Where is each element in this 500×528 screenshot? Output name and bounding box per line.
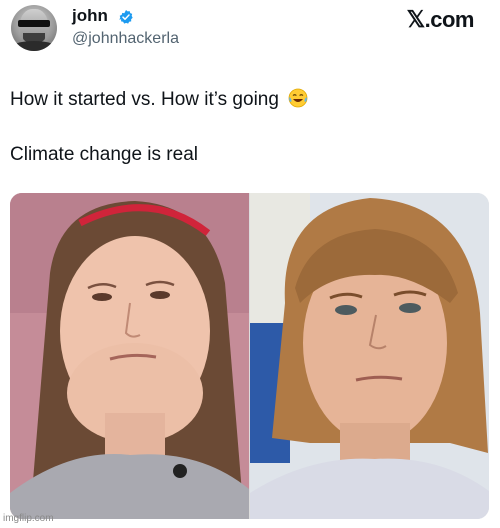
brand-suffix: .com: [424, 7, 475, 32]
post-text-line-1: How it started vs. How it’s going: [10, 88, 308, 111]
profile-avatar[interactable]: [11, 5, 57, 51]
right-photo: [250, 193, 489, 519]
photo-collage[interactable]: [10, 193, 489, 519]
photo-collage-image: [10, 193, 489, 519]
sunglasses-icon: [18, 20, 50, 27]
verified-badge-icon: [119, 10, 133, 24]
author-name[interactable]: john: [72, 6, 108, 26]
left-photo: [10, 193, 249, 519]
x-logo-icon: 𝕏: [406, 6, 426, 32]
post-text-line-2: Climate change is real: [10, 144, 198, 165]
tweet-card: john @johnhackerla 𝕏.com How it started …: [0, 0, 500, 528]
avatar-shoulders: [11, 41, 57, 51]
site-brand: 𝕏.com: [406, 6, 475, 33]
author-handle[interactable]: @johnhackerla: [72, 30, 179, 48]
face-with-tears-of-joy-icon: [288, 88, 308, 108]
post-text-line-1-label: How it started vs. How it’s going: [10, 89, 279, 110]
imgflip-watermark: imgflip.com: [3, 513, 54, 524]
